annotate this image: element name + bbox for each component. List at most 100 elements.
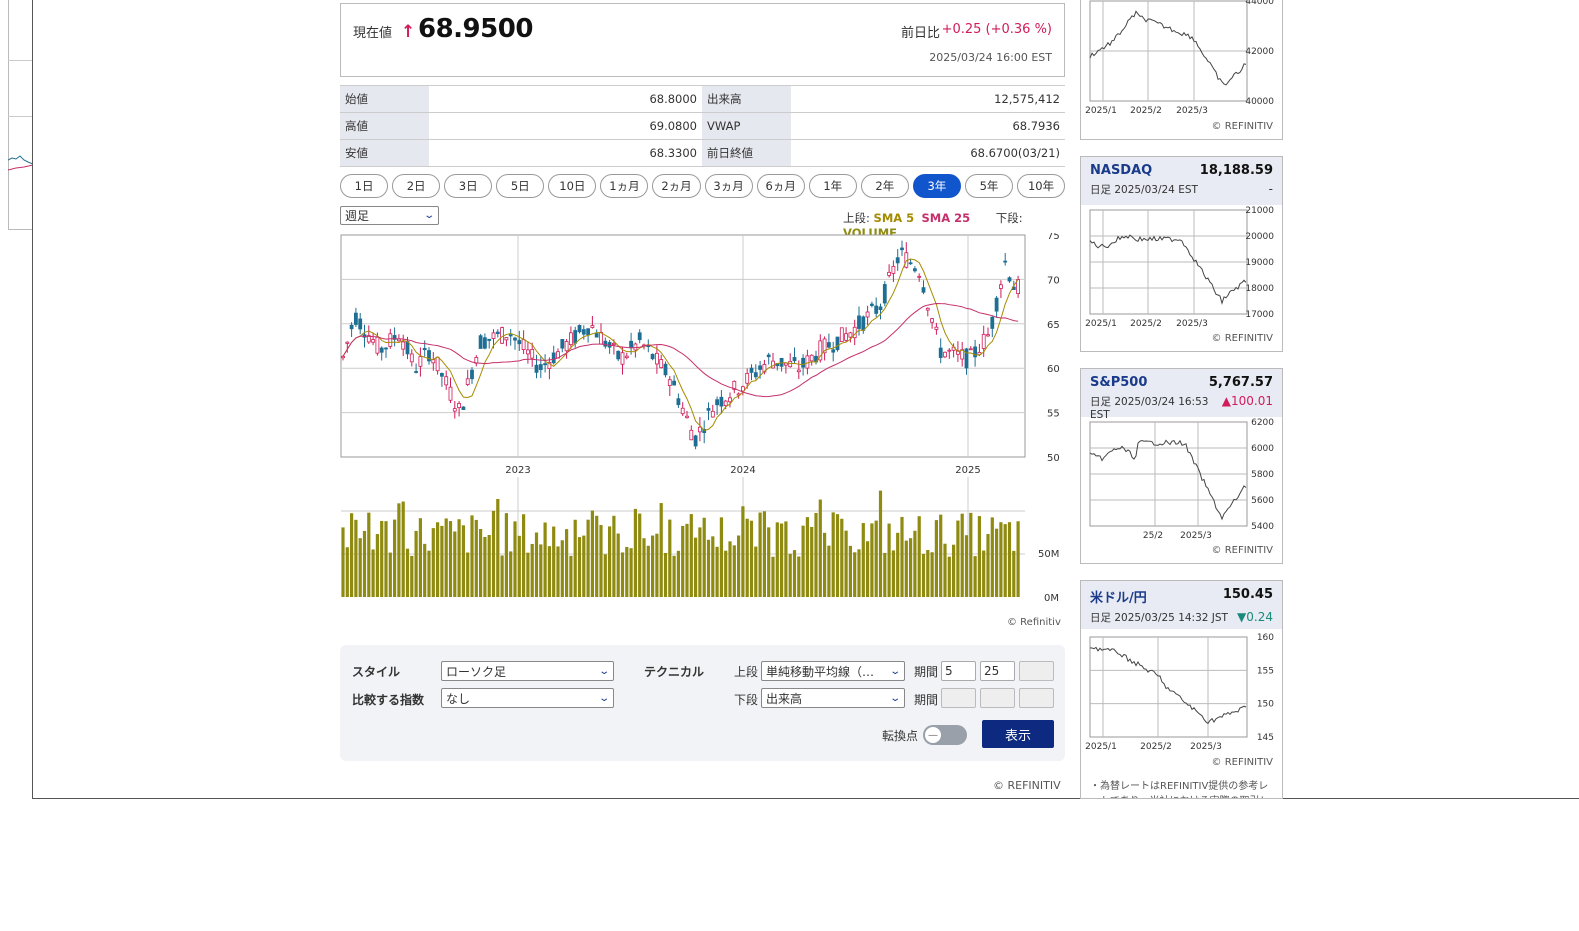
period-label: 期間 (914, 693, 939, 707)
volume-bar (711, 536, 715, 597)
candle-body (422, 347, 427, 351)
period-button[interactable]: 3年 (912, 174, 961, 198)
index-card-usdjpy[interactable]: 米ドル/円 150.45 日足 2025/03/25 14:32 JST ▼0.… (1080, 580, 1283, 799)
left-panel-divider (8, 116, 33, 117)
index-card-sp500[interactable]: S&P500 5,767.57 日足 2025/03/24 16:53 EST … (1080, 368, 1283, 564)
period-input-3[interactable] (1019, 661, 1054, 681)
volume-bar (569, 555, 573, 597)
card-copyright: © REFINITIV (1211, 545, 1273, 556)
volume-bar (384, 521, 388, 597)
candle-body (758, 365, 763, 370)
lower-period-input-1[interactable] (941, 688, 976, 708)
candle-body (435, 356, 440, 372)
period-button[interactable]: 6ヵ月 (756, 174, 805, 198)
left-panel-fragment (8, 0, 33, 230)
period-button[interactable]: 1年 (808, 174, 857, 198)
candle-body (409, 353, 414, 363)
period-button[interactable]: 10年 (1017, 174, 1066, 198)
candle-body (968, 348, 973, 351)
current-price-box: 現在値 ↑ 68.9500 前日比 +0.25 (+0.36 %) 2025/0… (340, 3, 1065, 77)
volume-bar (397, 503, 401, 597)
interval-select[interactable]: 週足 ⌄ (340, 206, 439, 225)
price-timestamp: 2025/03/24 16:00 EST (929, 51, 1052, 64)
left-mini-chart (8, 155, 33, 171)
y-tick-label: 50 (1047, 453, 1060, 464)
stat-label: 前日終値 (702, 139, 791, 167)
candle-body (478, 335, 483, 349)
candle-body (865, 311, 870, 318)
volume-bar (973, 556, 977, 597)
volume-bar (788, 553, 792, 597)
y-tick-label: 70 (1047, 275, 1060, 286)
mini-y-tick: 160 (1257, 633, 1274, 643)
volume-bar (539, 544, 543, 597)
volume-bar (741, 506, 745, 597)
lower-period-input-2[interactable] (980, 688, 1015, 708)
volume-bar (749, 520, 754, 597)
period-input-1[interactable]: 5 (941, 661, 976, 681)
period-button[interactable]: 5日 (496, 174, 545, 198)
volume-bar (990, 517, 994, 597)
lower-technical-select[interactable]: 出来高 ⌄ (761, 688, 905, 708)
candle-body (371, 339, 376, 343)
volume-bar (835, 514, 840, 597)
style-select[interactable]: ローソク足 ⌄ (441, 661, 614, 681)
volume-bar (926, 550, 930, 597)
volume-bar (444, 518, 448, 597)
candle-body (878, 306, 883, 310)
period-selector: 1日 2日 3日 5日 10日 1ヵ月 2ヵ月 3ヵ月 6ヵ月 1年 2年 3年 5年 10年 (340, 174, 1066, 198)
mini-y-tick: 5800 (1251, 470, 1274, 480)
card-date: 日足 2025/03/25 14:32 JST (1090, 612, 1228, 624)
compare-select[interactable]: なし ⌄ (441, 688, 614, 708)
page-border (32, 798, 1579, 799)
mini-x-tick: 2025/1 (1085, 106, 1117, 116)
period-button[interactable]: 3日 (444, 174, 493, 198)
volume-bar (801, 525, 805, 597)
show-button[interactable]: 表示 (982, 720, 1054, 748)
period-button[interactable]: 2年 (860, 174, 909, 198)
candle-body (947, 349, 952, 352)
period-input-2[interactable]: 25 (980, 661, 1015, 681)
x-tick-label: 2024 (730, 465, 755, 476)
chart-settings-panel: スタイル ローソク足 ⌄ 比較する指数 なし ⌄ テクニカル 上段 単純移動平均… (340, 645, 1065, 761)
upper-technical-select[interactable]: 単純移動平均線（… ⌄ (761, 661, 905, 681)
candle-body (895, 257, 900, 264)
volume-bar (831, 512, 835, 597)
stat-label: VWAP (702, 112, 791, 140)
candle-body (672, 380, 677, 386)
candle-body (401, 341, 406, 350)
candle-body (844, 333, 849, 341)
pivot-toggle[interactable]: — (923, 725, 967, 745)
volume-bar (887, 523, 891, 597)
period-button[interactable]: 2ヵ月 (652, 174, 701, 198)
mini-y-tick: 19000 (1245, 258, 1274, 268)
period-button[interactable]: 2日 (392, 174, 441, 198)
volume-bar (375, 534, 379, 597)
index-card[interactable]: 44000 42000 40000 2025/1 2025/2 2025/3 © REFI… (1080, 0, 1283, 140)
mini-y-tick: 44000 (1245, 0, 1274, 7)
candle-body (379, 347, 384, 353)
candle-body (693, 435, 698, 447)
candle-body (654, 352, 659, 365)
volume-bar (883, 552, 887, 597)
period-button[interactable]: 10日 (548, 174, 597, 198)
period-button[interactable]: 5年 (964, 174, 1014, 198)
mini-x-tick: 2025/1 (1085, 742, 1117, 752)
candle-body (796, 369, 801, 373)
fx-note: ・為替レートはREFINITIV提供の参考レートであり、当社における実際の取引レ (1090, 781, 1270, 798)
card-header: 米ドル/円 150.45 日足 2025/03/25 14:32 JST ▼0.… (1081, 581, 1282, 629)
quote-stats-table: 始値 68.8000 出来高 12,575,412 高値 69.0800 VWA… (340, 85, 1065, 167)
upper-tech-label: 上段 (734, 665, 759, 679)
index-card-nasdaq[interactable]: NASDAQ 18,188.59 日足 2025/03/24 EST - 210… (1080, 156, 1283, 352)
candle-body (839, 327, 844, 342)
lower-technical-value: 出来高 (766, 691, 803, 706)
candle-body (375, 336, 380, 354)
period-button[interactable]: 1ヵ月 (600, 174, 649, 198)
volume-bar (586, 519, 590, 597)
candle-body (891, 265, 896, 274)
lower-period-input-3[interactable] (1019, 688, 1054, 708)
card-name: NASDAQ (1090, 163, 1153, 178)
period-button[interactable]: 3ヵ月 (704, 174, 753, 198)
candle-body (801, 357, 806, 368)
period-button[interactable]: 1日 (340, 174, 389, 198)
